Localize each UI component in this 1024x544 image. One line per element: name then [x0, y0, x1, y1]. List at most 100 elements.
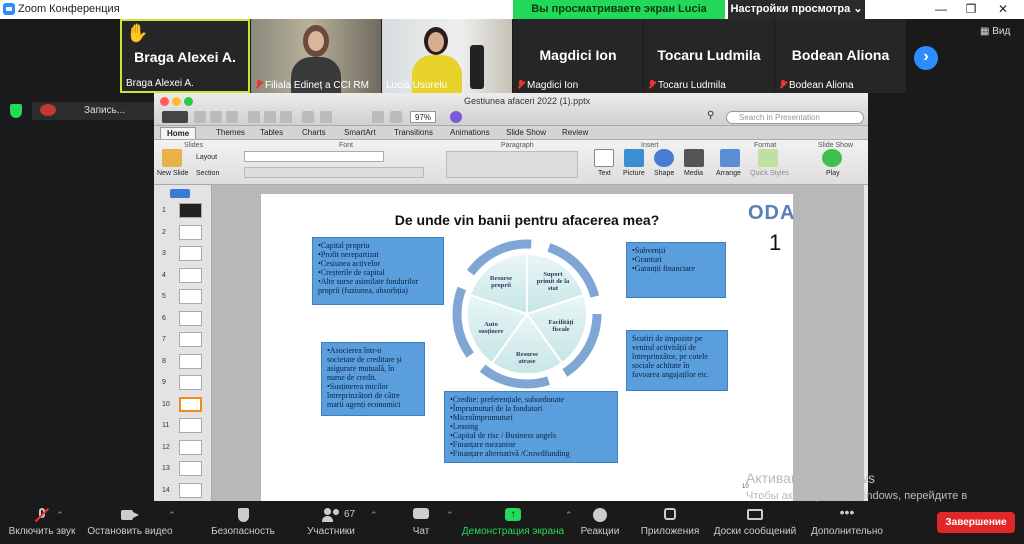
security-button[interactable]: Безопасность — [200, 502, 286, 544]
new-slide-icon[interactable] — [162, 149, 182, 167]
chat-button[interactable]: Чат — [398, 502, 444, 544]
thumbnail-view-toggle[interactable] — [170, 189, 190, 198]
search-icon: ⚲ — [707, 110, 715, 121]
cut-icon[interactable] — [248, 111, 260, 123]
participant-tile[interactable]: ✋ Braga Alexei A. Braga Alexei A. — [120, 19, 250, 93]
slide-thumbnail[interactable] — [179, 418, 202, 433]
slide-thumbnail[interactable] — [179, 439, 202, 455]
play-icon[interactable] — [822, 149, 842, 167]
slide-thumbnail[interactable] — [179, 461, 202, 476]
share-screen-button[interactable]: ↑ Демонстрация экрана — [458, 502, 568, 544]
slide-thumbnail[interactable] — [179, 482, 202, 498]
tab-animations[interactable]: Animations — [444, 127, 496, 139]
undo-icon[interactable] — [302, 111, 314, 123]
picture-icon[interactable] — [624, 149, 644, 167]
ppt-minimize-icon[interactable] — [172, 97, 181, 106]
ppt-zoom-icon[interactable] — [184, 97, 193, 106]
participant-tile[interactable]: Lucia Usurelu — [382, 19, 512, 93]
participants-chevron-icon[interactable]: ⌃ — [370, 510, 378, 521]
slide-thumbnail[interactable] — [179, 267, 202, 283]
copy-icon[interactable] — [264, 111, 276, 123]
tab-transitions[interactable]: Transitions — [388, 127, 439, 139]
end-meeting-button[interactable]: Завершение — [937, 512, 1015, 533]
tab-themes[interactable]: Themes — [210, 127, 251, 139]
slide[interactable]: De unde vin banii pentru afacerea mea? O… — [261, 194, 794, 501]
zoom-select[interactable]: 97% — [410, 111, 436, 123]
pause-share-icon[interactable] — [162, 111, 188, 123]
ppt-close-icon[interactable] — [160, 97, 169, 106]
box-line: •Finanțare alternativă /Crowdfunding — [450, 449, 570, 458]
share-chevron-icon[interactable]: ⌃ — [565, 510, 573, 521]
redo-icon[interactable] — [320, 111, 332, 123]
slide-thumbnail[interactable] — [179, 310, 202, 326]
next-page-arrow-icon[interactable]: › — [914, 46, 938, 70]
participants-button[interactable]: Участники — [296, 502, 366, 544]
apps-button[interactable]: Приложения — [636, 502, 704, 544]
ribbon-tabs: Home Themes Tables Charts SmartArt Trans… — [154, 126, 868, 140]
slide-thumbnail[interactable] — [179, 246, 202, 261]
unmute-button[interactable]: Включить звук — [2, 502, 82, 544]
slide-thumbnail[interactable] — [179, 353, 202, 369]
paragraph-buttons[interactable] — [446, 151, 578, 178]
font-format-buttons[interactable] — [244, 167, 424, 178]
chat-chevron-icon[interactable]: ⌃ — [446, 510, 454, 521]
meeting-toolbar: Включить звук Остановить видео Безопасно… — [0, 502, 1024, 544]
view-options-button[interactable]: Настройки просмотра ⌄ — [728, 0, 865, 19]
box-own-resources: •Capital propriu •Profit nerepartizat •Ces… — [312, 237, 444, 305]
tab-slide-show[interactable]: Slide Show — [500, 127, 552, 139]
participant-name: Bodean Aliona — [789, 80, 854, 91]
box-line: venitul activității de — [632, 343, 696, 352]
section-button[interactable]: Section — [196, 170, 219, 177]
slide-thumbnails: 1 2 3 4 5 6 7 8 9 10 11 12 13 14 — [154, 185, 212, 501]
muted-mic-icon — [255, 80, 263, 89]
slide-thumbnail[interactable] — [179, 224, 202, 240]
participant-tile[interactable]: Magdici Ion Magdici Ion — [513, 19, 643, 93]
tab-charts[interactable]: Charts — [296, 127, 332, 139]
participant-big-name: Braga Alexei A. — [134, 49, 236, 65]
help-icon[interactable] — [450, 111, 462, 123]
video-options-chevron-icon[interactable]: ⌃ — [168, 510, 176, 521]
screen-share-banner: Вы просматриваете экран Lucia Usurelu — [513, 0, 725, 34]
maximize-button[interactable]: ❐ — [956, 1, 986, 18]
audio-options-chevron-icon[interactable]: ⌃ — [56, 510, 64, 521]
slide-thumbnail[interactable] — [179, 396, 202, 412]
text-box-icon[interactable] — [594, 149, 614, 167]
participant-tile[interactable]: Filiala Edineț a CCI RM — [251, 19, 381, 93]
layout-button[interactable]: Layout — [196, 154, 217, 161]
whiteboards-button[interactable]: Доски сообщений — [708, 502, 802, 544]
box-line: •Credite: preferențiale, subordonate — [450, 395, 565, 404]
slide-thumbnail[interactable] — [179, 375, 202, 390]
slide-thumbnail[interactable] — [179, 203, 202, 218]
save-icon[interactable] — [226, 111, 238, 123]
media-icon[interactable] — [684, 149, 704, 167]
arrange-icon[interactable] — [720, 149, 740, 167]
tab-tables[interactable]: Tables — [254, 127, 289, 139]
tab-home[interactable]: Home — [160, 127, 197, 139]
close-button[interactable]: ✕ — [988, 1, 1018, 18]
reactions-button[interactable]: Реакции — [578, 502, 622, 544]
tab-review[interactable]: Review — [556, 127, 594, 139]
quick-styles-icon[interactable] — [758, 149, 778, 167]
shape-icon[interactable] — [654, 149, 674, 167]
tab-smartart[interactable]: SmartArt — [338, 127, 382, 139]
open-icon[interactable] — [210, 111, 222, 123]
minimize-button[interactable]: — — [926, 1, 956, 18]
sidebar-icon[interactable] — [390, 111, 402, 123]
more-button[interactable]: ••• Дополнительно — [804, 502, 890, 544]
participant-gallery: ✋ Braga Alexei A. Braga Alexei A. Filial… — [120, 19, 906, 93]
box-line: •Granturi — [632, 255, 662, 264]
cycle-label: Resurse proprii — [490, 275, 512, 289]
gallery-icon[interactable] — [372, 111, 384, 123]
font-name-select[interactable] — [244, 151, 384, 162]
participant-tile[interactable]: Bodean Aliona Bodean Aliona — [775, 19, 906, 93]
new-file-icon[interactable] — [194, 111, 206, 123]
stop-video-button[interactable]: Остановить видео — [84, 502, 176, 544]
muted-mic-icon — [33, 507, 51, 523]
paste-icon[interactable] — [280, 111, 292, 123]
slide-thumbnail[interactable] — [179, 332, 202, 347]
view-button[interactable]: ▦ Вид — [980, 26, 1016, 40]
zoom-logo-icon — [3, 3, 15, 15]
slide-thumbnail[interactable] — [179, 289, 202, 304]
search-presentation-input[interactable]: Search in Presentation — [726, 111, 864, 124]
participant-tile[interactable]: Tocaru Ludmila Tocaru Ludmila — [644, 19, 774, 93]
